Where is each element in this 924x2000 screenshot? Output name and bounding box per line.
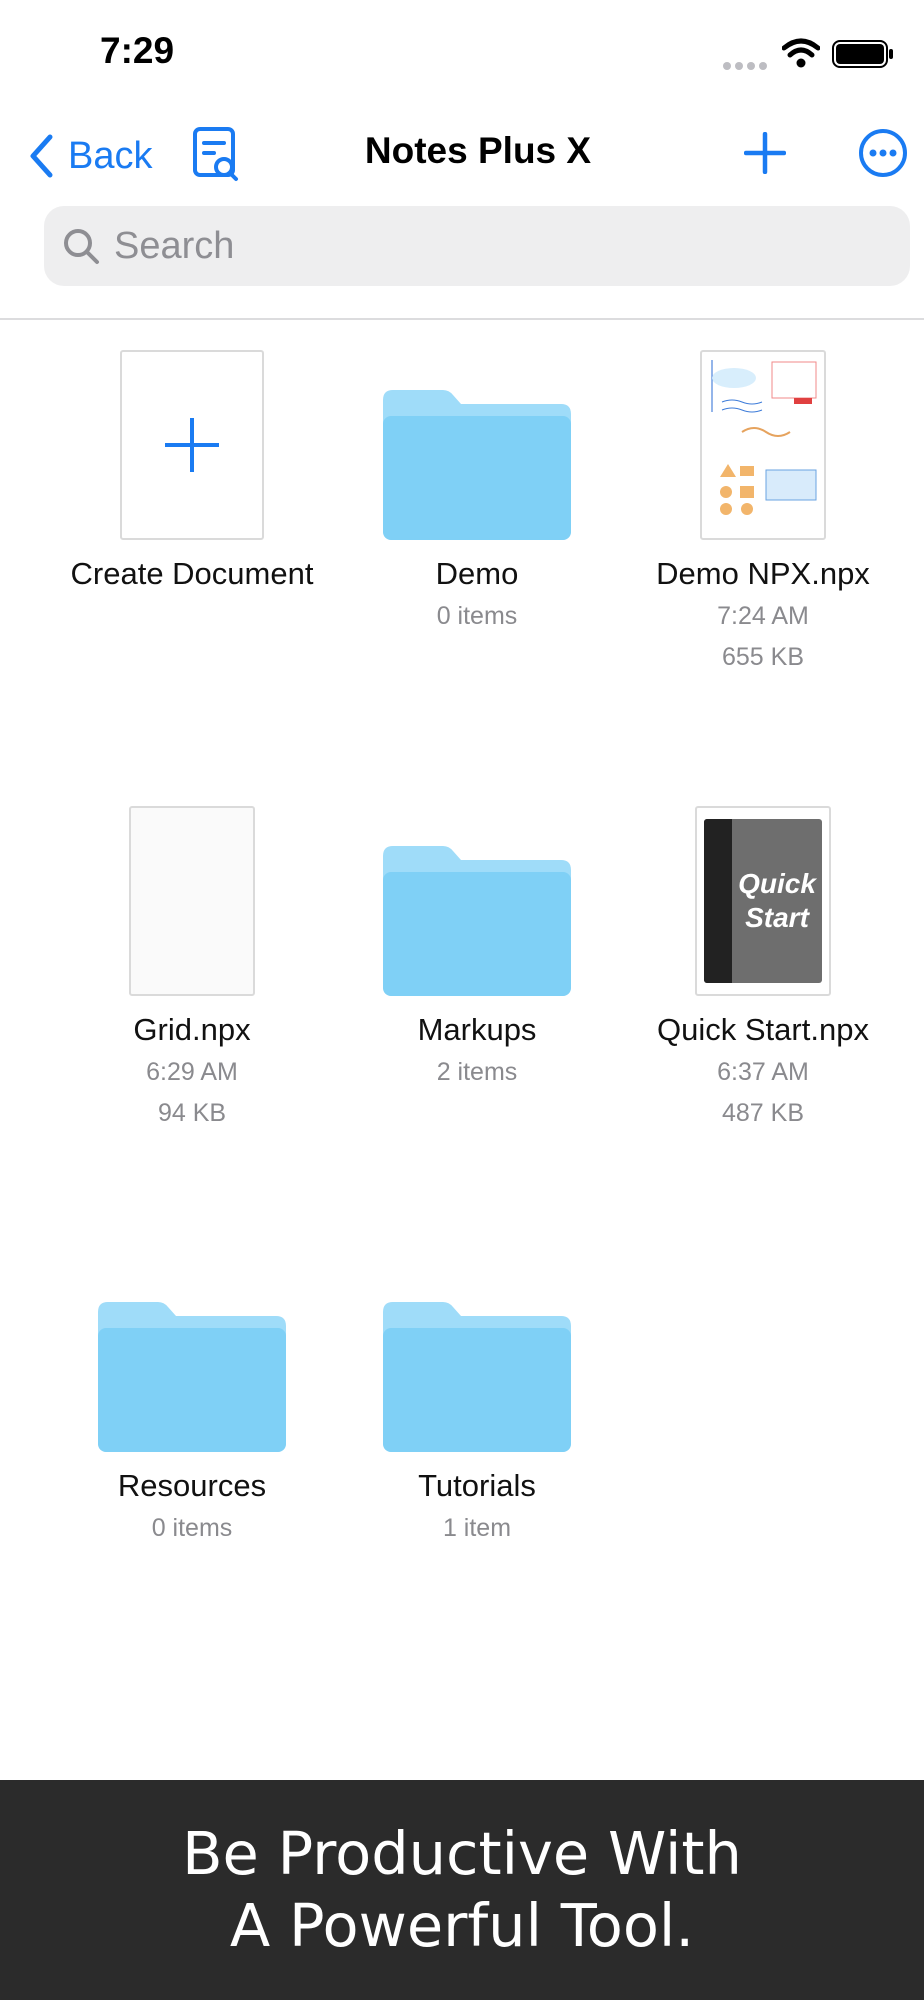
item-modified: 6:37 AM	[717, 1058, 809, 1086]
status-time: 7:29	[100, 30, 175, 71]
document-search-icon	[193, 127, 238, 181]
wifi-icon	[781, 38, 821, 73]
item-name: Resources	[117, 1468, 267, 1503]
document-thumbnail	[700, 350, 826, 540]
divider	[0, 318, 924, 320]
item-name: Quick Start.npx	[657, 1012, 869, 1047]
banner-line-2: A Powerful Tool.	[229, 1891, 695, 1960]
item-name: Tutorials	[418, 1468, 536, 1503]
plus-icon	[743, 131, 787, 175]
item-modified: 7:24 AM	[717, 602, 809, 630]
folder-item-resources[interactable]: Resources 0 items	[49, 1262, 335, 1549]
item-name: Markups	[417, 1012, 537, 1047]
item-name: Create Document	[70, 556, 314, 591]
search-bar[interactable]	[44, 206, 910, 286]
ellipsis-circle-icon	[859, 129, 907, 177]
more-options-button[interactable]	[858, 128, 908, 183]
document-item-quick-start-npx[interactable]: Quick Start Quick Start.npx 6:37 AM 487 …	[620, 806, 906, 1134]
folder-icon	[98, 1302, 286, 1452]
folder-icon	[383, 846, 571, 996]
cellular-signal-icon	[722, 58, 768, 76]
battery-icon	[832, 40, 894, 73]
search-icon	[64, 229, 99, 264]
cover-title: Quick Start	[738, 868, 816, 933]
add-button[interactable]	[743, 131, 787, 179]
back-label: Back	[68, 134, 153, 177]
item-size: 487 KB	[721, 1099, 804, 1127]
item-name: Grid.npx	[133, 1012, 251, 1047]
page-title: Notes Plus X	[364, 130, 592, 171]
item-meta: 1 item	[442, 1514, 512, 1542]
search-document-button[interactable]	[192, 126, 240, 189]
item-size: 94 KB	[157, 1099, 227, 1127]
folder-item-demo[interactable]: Demo 0 items	[334, 350, 620, 637]
create-document-item[interactable]: Create Document	[49, 350, 335, 596]
folder-item-markups[interactable]: Markups 2 items	[334, 806, 620, 1093]
folder-icon	[383, 390, 571, 540]
document-item-grid-npx[interactable]: Grid.npx 6:29 AM 94 KB	[49, 806, 335, 1134]
promo-banner: Be Productive With A Powerful Tool.	[0, 1780, 924, 2000]
create-document-thumbnail	[120, 350, 264, 540]
folder-icon	[383, 1302, 571, 1452]
back-button[interactable]: Back	[28, 128, 152, 184]
item-meta: 0 items	[151, 1514, 233, 1542]
item-name: Demo	[435, 556, 519, 591]
item-meta: 0 items	[436, 602, 518, 630]
item-name: Demo NPX.npx	[656, 556, 870, 591]
plus-icon	[165, 418, 219, 472]
document-item-demo-npx[interactable]: Demo NPX.npx 7:24 AM 655 KB	[620, 350, 906, 678]
item-size: 655 KB	[721, 643, 804, 671]
search-input[interactable]	[112, 223, 876, 269]
document-thumbnail: Quick Start	[695, 806, 831, 996]
item-meta: 2 items	[436, 1058, 518, 1086]
chevron-left-icon	[30, 134, 53, 178]
document-thumbnail	[129, 806, 255, 996]
item-modified: 6:29 AM	[146, 1058, 238, 1086]
banner-line-1: Be Productive With	[182, 1819, 742, 1888]
folder-item-tutorials[interactable]: Tutorials 1 item	[334, 1262, 620, 1549]
